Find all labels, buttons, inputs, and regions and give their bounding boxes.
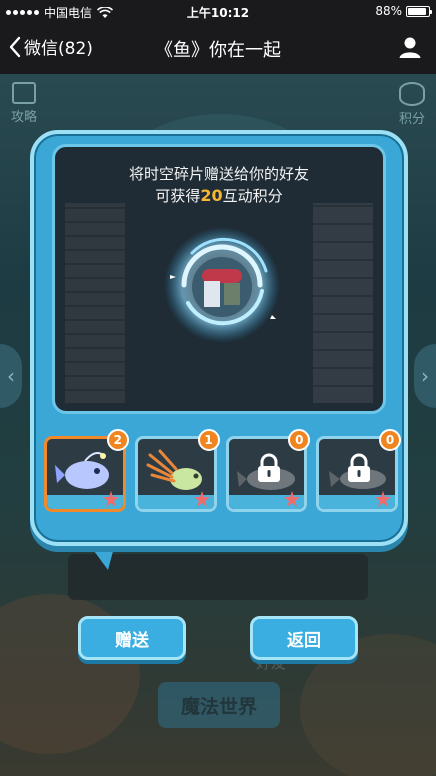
message-suffix: 互动积分 [222, 187, 283, 205]
scene-stone-wall [313, 203, 373, 403]
gift-button[interactable]: 赠送 [78, 616, 186, 660]
fragment-slot[interactable]: 2 [44, 429, 129, 512]
points-label: 积分 [398, 112, 425, 127]
fragment-slots: 2 1 0 0 [44, 429, 401, 520]
message-points: 20 [200, 186, 223, 205]
message-line-1: 将时空碎片赠送给你的好友 [128, 165, 309, 183]
count-badge: 0 [288, 429, 311, 451]
chevron-left-icon: ‹ [7, 364, 15, 388]
return-button[interactable]: 返回 [250, 616, 358, 660]
fragment-slot[interactable]: 0 [225, 429, 311, 512]
starfish-icon [102, 491, 119, 507]
lock-icon [257, 453, 280, 482]
dialog-message: 将时空碎片赠送给你的好友 可获得20互动积分 [55, 163, 383, 207]
starfish-icon [193, 491, 210, 507]
profile-icon[interactable] [398, 35, 422, 59]
starfish-icon [284, 491, 301, 507]
time-portal-icon [164, 227, 280, 343]
magic-world-sign: 魔法世界 [158, 682, 280, 728]
page-title: 《鱼》你在一起 [155, 40, 281, 61]
scene-brick-wall [65, 203, 125, 403]
count-badge: 2 [106, 429, 129, 451]
count-badge: 1 [197, 429, 220, 451]
coins-icon [399, 82, 425, 106]
status-right: 88% [375, 4, 432, 18]
gift-dialog: 将时空碎片赠送给你的好友 可获得20互动积分 2 1 0 0 [30, 130, 408, 546]
nav-bar: 微信(82) 《鱼》你在一起 [0, 22, 436, 74]
clock: 上午10:12 [186, 6, 250, 20]
next-arrow[interactable]: › [414, 344, 436, 408]
prev-arrow[interactable]: ‹ [0, 344, 22, 408]
battery-percent: 88% [375, 4, 402, 18]
fragment-slot[interactable]: 1 [134, 429, 220, 512]
battery-icon [406, 5, 432, 17]
starfish-icon [375, 491, 391, 507]
count-badge: 0 [379, 429, 401, 451]
guide-label: 攻略 [10, 110, 37, 125]
message-prefix: 可获得 [155, 187, 201, 205]
guide-button[interactable]: 攻略 [6, 82, 42, 125]
status-bar: 中国电信 上午10:12 88% [0, 0, 436, 22]
lock-icon [348, 453, 371, 482]
points-button[interactable]: 积分 [392, 82, 432, 127]
dialog-scene: 将时空碎片赠送给你的好友 可获得20互动积分 [52, 144, 386, 414]
chevron-right-icon: › [421, 364, 429, 388]
fragment-slot[interactable]: 0 [316, 429, 401, 512]
message-line-2: 可获得20互动积分 [55, 185, 383, 207]
anglerfish-icon [55, 452, 109, 489]
book-icon [12, 82, 36, 104]
lionfish-icon [146, 449, 202, 490]
